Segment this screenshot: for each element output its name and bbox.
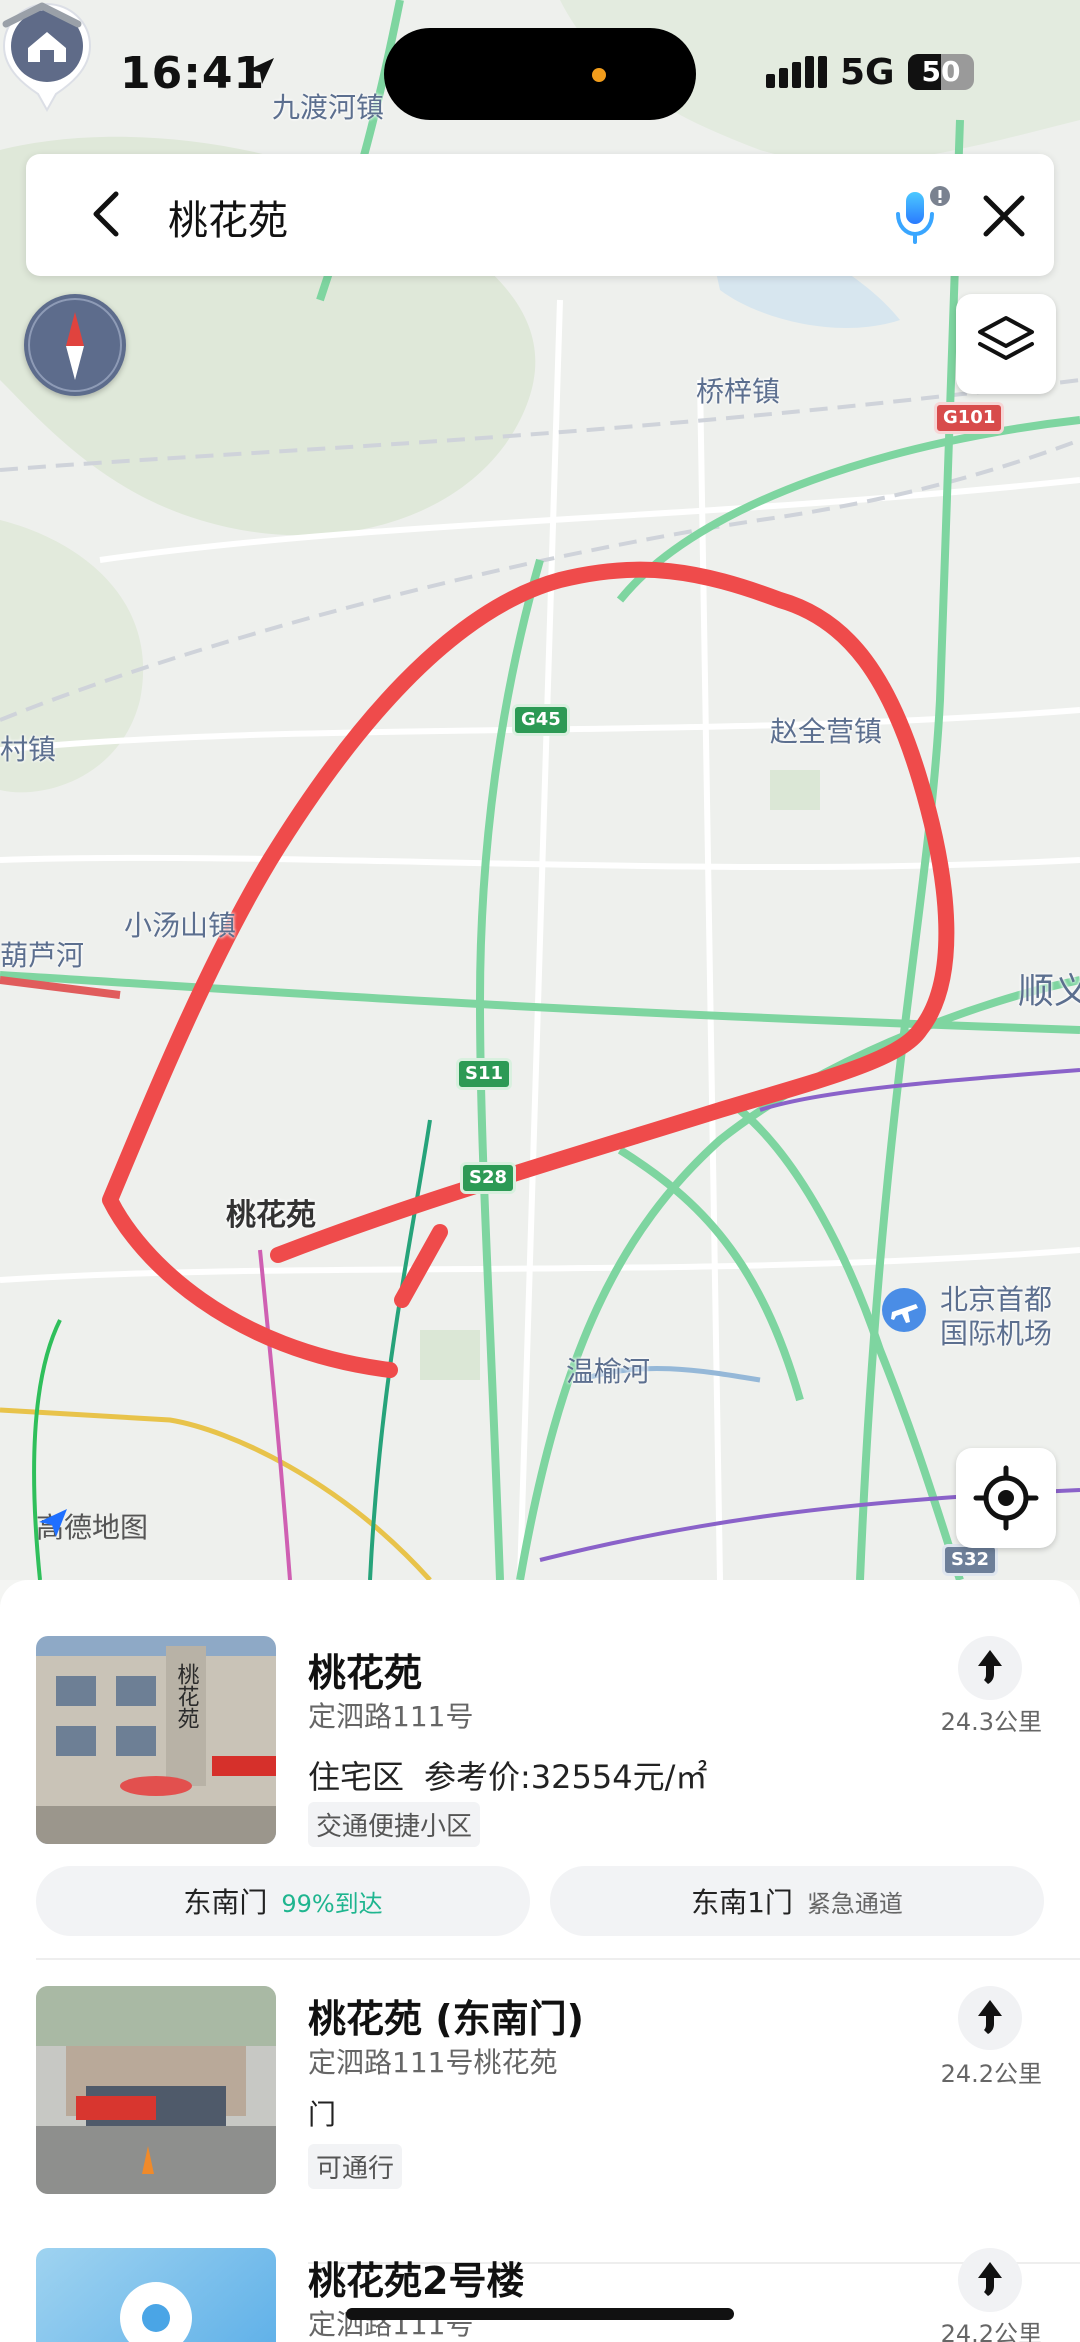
map-label: 葫芦河 bbox=[0, 939, 85, 972]
gate-note: 紧急通道 bbox=[806, 1889, 903, 1918]
road-shield: G45 bbox=[512, 704, 570, 736]
road-shield: S32 bbox=[942, 1544, 999, 1576]
result-distance: 24.2公里 bbox=[940, 2060, 1042, 2088]
voice-mic-icon[interactable] bbox=[884, 184, 954, 248]
building-photo: 桃花苑 bbox=[36, 1636, 276, 1844]
road-shield: G101 bbox=[934, 402, 1005, 434]
result-thumbnail[interactable]: 桃花苑 bbox=[36, 1636, 276, 1844]
gate-name: 东南1门 bbox=[691, 1886, 793, 1919]
layers-icon bbox=[978, 316, 1034, 360]
turn-arrow-icon bbox=[978, 2000, 1002, 2034]
result-distance: 24.2公里 bbox=[940, 2320, 1042, 2342]
result-card[interactable]: 桃花苑 (东南门) 定泗路111号桃花苑 门 可通行 24.2公里 bbox=[0, 1986, 1080, 2236]
location-arrow-icon bbox=[248, 58, 274, 84]
map-label: 温榆河 bbox=[566, 1355, 651, 1388]
turn-arrow-icon bbox=[978, 1650, 1002, 1684]
search-input[interactable]: 桃花苑 bbox=[168, 188, 288, 246]
privacy-indicator bbox=[592, 68, 606, 82]
result-tag: 可通行 bbox=[308, 2144, 403, 2189]
result-thumbnail[interactable] bbox=[36, 1986, 276, 2194]
result-tag: 交通便捷小区 bbox=[308, 1802, 481, 1847]
layers-button[interactable] bbox=[956, 294, 1056, 394]
result-price: 参考价:32554元/㎡ bbox=[424, 1758, 708, 1796]
result-type: 住宅区 bbox=[308, 1758, 405, 1796]
result-meta: 住宅区 参考价:32554元/㎡ bbox=[308, 1752, 707, 1798]
compass-icon[interactable] bbox=[24, 294, 126, 396]
road-shield: S11 bbox=[456, 1058, 513, 1090]
gate-chip-southeast[interactable]: 东南门 99%到达 bbox=[36, 1866, 530, 1936]
gate-chip-southeast-1[interactable]: 东南1门 紧急通道 bbox=[550, 1866, 1044, 1936]
result-title[interactable]: 桃花苑2号楼 bbox=[308, 2250, 524, 2305]
map-label: 顺义 bbox=[1018, 971, 1080, 1012]
close-icon[interactable] bbox=[974, 186, 1034, 246]
result-card[interactable]: 桃花苑2号楼 定泗路111号 24.2公里 bbox=[0, 2248, 1080, 2342]
road-shield: S28 bbox=[460, 1162, 517, 1194]
airport-icon bbox=[882, 1288, 926, 1332]
crosshair-icon bbox=[973, 1465, 1039, 1531]
result-address-cont: 门 bbox=[308, 2098, 337, 2131]
home-indicator[interactable] bbox=[346, 2308, 734, 2320]
search-bar: 桃花苑 bbox=[26, 154, 1054, 276]
result-title[interactable]: 桃花苑 (东南门) bbox=[308, 1988, 584, 2043]
map-logo: 高德地图 bbox=[36, 1506, 148, 1546]
map-label: 桥梓镇 bbox=[696, 375, 781, 408]
navigate-button[interactable] bbox=[958, 2248, 1022, 2312]
divider bbox=[36, 1958, 1080, 1960]
results-sheet[interactable]: 桃花苑 桃花苑 定泗路111号 住宅区 参考价:32554元/㎡ 交通便捷小区 … bbox=[0, 1580, 1080, 2342]
battery-level: 50 bbox=[921, 55, 961, 88]
result-address: 定泗路111号 bbox=[308, 2308, 474, 2341]
result-thumbnail[interactable] bbox=[36, 2248, 276, 2342]
result-card[interactable]: 桃花苑 桃花苑 定泗路111号 住宅区 参考价:32554元/㎡ 交通便捷小区 … bbox=[0, 1580, 1080, 2000]
gate-photo bbox=[36, 1986, 276, 2194]
battery-icon: 50 bbox=[908, 54, 974, 90]
thumb-sign-text: 桃花苑 bbox=[174, 1663, 200, 1729]
gate-name: 东南门 bbox=[183, 1886, 268, 1919]
gate-note: 99%到达 bbox=[281, 1889, 383, 1918]
pin-label: 桃花苑 bbox=[226, 1198, 316, 1233]
result-title[interactable]: 桃花苑 bbox=[308, 1642, 422, 1697]
turn-arrow-icon bbox=[978, 2262, 1002, 2296]
dynamic-island bbox=[384, 28, 696, 120]
result-address: 定泗路111号 bbox=[308, 1700, 474, 1733]
map-label: 国际机场 bbox=[940, 1317, 1053, 1350]
map-label: 村镇 bbox=[0, 733, 57, 766]
placeholder-pin-photo bbox=[36, 2248, 276, 2342]
navigate-button[interactable] bbox=[958, 1636, 1022, 1700]
status-bar: 16:41 5G 50 bbox=[0, 0, 1080, 150]
result-address: 定泗路111号桃花苑 bbox=[308, 2046, 558, 2079]
map-label: 赵全营镇 bbox=[770, 715, 883, 748]
back-arrow-icon[interactable] bbox=[78, 184, 138, 244]
locate-me-button[interactable] bbox=[956, 1448, 1056, 1548]
network-type: 5G bbox=[840, 52, 895, 93]
amap-logo-icon bbox=[39, 1509, 67, 1537]
map-label: 小汤山镇 bbox=[124, 909, 237, 942]
navigate-button[interactable] bbox=[958, 1986, 1022, 2050]
signal-icon bbox=[766, 56, 831, 88]
result-distance: 24.3公里 bbox=[940, 1708, 1042, 1736]
